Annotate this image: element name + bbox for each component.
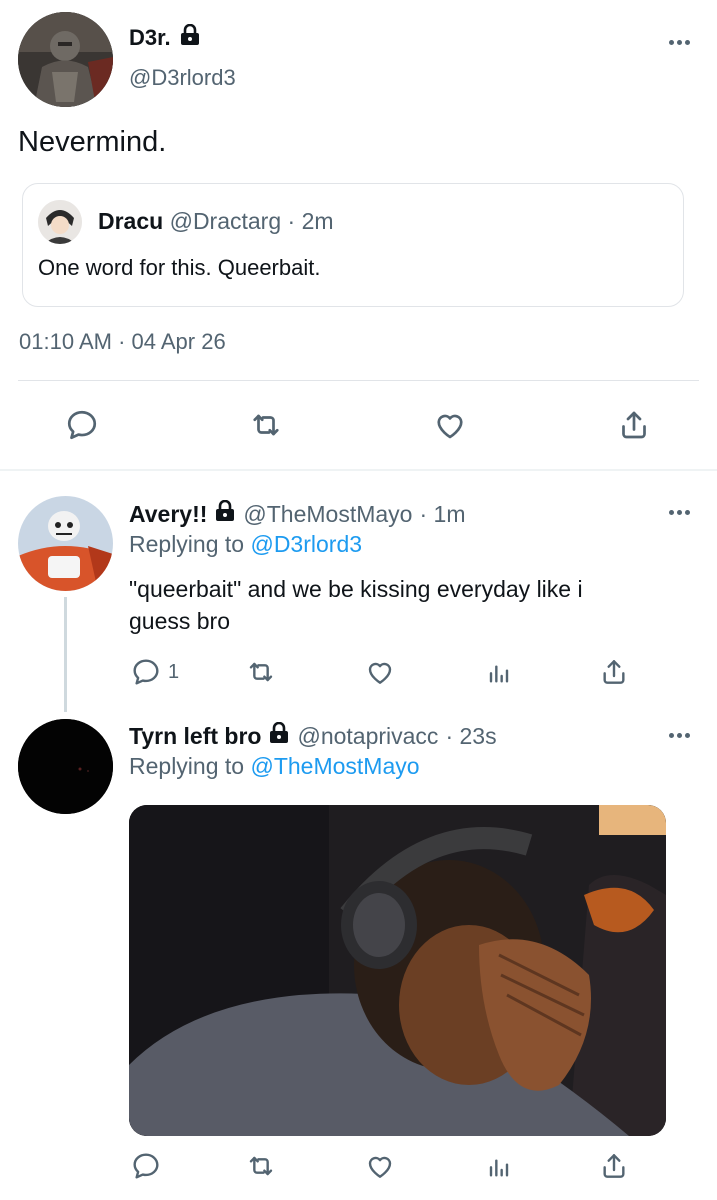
quoted-header: Dracu @Dractarg · 2m xyxy=(98,208,334,235)
tweet-text: Nevermind. xyxy=(18,126,167,158)
section-divider xyxy=(0,469,717,471)
retweet-icon xyxy=(249,662,273,682)
replying-to-prefix: Replying to xyxy=(129,531,251,557)
replying-to-line: Replying to @D3rlord3 xyxy=(129,531,362,558)
analytics-icon xyxy=(489,1159,509,1177)
reply-icon xyxy=(67,410,97,440)
share-icon xyxy=(622,411,646,439)
reply-header: Avery!! @TheMostMayo · 1m xyxy=(129,499,466,528)
reply-time: · 1m xyxy=(419,500,466,527)
like-icon xyxy=(368,1156,392,1178)
quoted-text: One word for this. Queerbait. xyxy=(38,255,321,280)
replying-to-link[interactable]: @D3rlord3 xyxy=(250,531,362,557)
share-button[interactable] xyxy=(616,407,652,443)
reply-count: 1 xyxy=(168,660,180,683)
lock-icon xyxy=(268,721,290,750)
replying-to-link[interactable]: @TheMostMayo xyxy=(250,753,419,779)
analytics-icon xyxy=(489,665,509,683)
quoted-handle: @Dractarg xyxy=(169,208,282,234)
author-name-row: D3r. xyxy=(129,23,201,52)
reply-handle[interactable]: @TheMostMayo xyxy=(243,501,412,528)
divider xyxy=(18,380,699,381)
reply-text-line: "queerbait" and we be kissing everyday l… xyxy=(129,576,583,602)
reply-text-line: guess bro xyxy=(129,608,231,634)
reply-header: Tyrn left bro @notaprivacc · 23s xyxy=(129,721,497,750)
reply-display-name[interactable]: Tyrn left bro xyxy=(129,723,261,750)
reply-icon xyxy=(133,659,159,685)
author-handle[interactable]: @D3rlord3 xyxy=(129,65,236,91)
share-button[interactable] xyxy=(598,1150,630,1182)
replying-to-prefix: Replying to xyxy=(129,753,251,779)
quoted-time: · 2m xyxy=(287,208,334,234)
replying-to-line: Replying to @TheMostMayo xyxy=(129,753,420,780)
reply-display-name[interactable]: Avery!! xyxy=(129,501,207,528)
retweet-icon xyxy=(249,1156,273,1176)
reply-avatar[interactable] xyxy=(18,496,113,591)
more-options-icon[interactable] xyxy=(669,510,690,515)
analytics-button[interactable] xyxy=(483,1150,515,1182)
more-options-icon[interactable] xyxy=(669,40,690,45)
retweet-button[interactable] xyxy=(245,1150,277,1182)
reply-time: · 23s xyxy=(445,722,497,749)
reply-button[interactable] xyxy=(130,1150,162,1182)
reply-icon xyxy=(133,1153,159,1179)
reply-text: "queerbait" and we be kissing everyday l… xyxy=(129,573,583,637)
knight-avatar[interactable] xyxy=(18,12,113,107)
lock-icon xyxy=(214,499,236,528)
like-button[interactable] xyxy=(364,656,396,688)
retweet-button[interactable] xyxy=(248,407,284,443)
reply-avatar[interactable] xyxy=(18,719,113,814)
quoted-tweet[interactable]: Dracu @Dractarg · 2m One word for this. … xyxy=(22,183,684,307)
like-icon xyxy=(368,662,392,684)
author-display-name[interactable]: D3r. xyxy=(129,25,171,51)
like-button[interactable] xyxy=(432,407,468,443)
facepalm-photo[interactable] xyxy=(129,805,666,1136)
retweet-button[interactable] xyxy=(245,656,277,688)
like-icon xyxy=(437,414,463,439)
lock-icon xyxy=(179,23,201,52)
reply-button[interactable] xyxy=(64,407,100,443)
reply-handle[interactable]: @notaprivacc xyxy=(297,723,438,750)
thread-line xyxy=(64,597,67,712)
analytics-button[interactable] xyxy=(483,656,515,688)
share-button[interactable] xyxy=(598,656,630,688)
more-options-icon[interactable] xyxy=(669,733,690,738)
quoted-avatar xyxy=(38,200,82,244)
retweet-icon xyxy=(253,414,279,436)
share-icon xyxy=(603,660,625,684)
share-icon xyxy=(603,1154,625,1178)
quoted-display-name: Dracu xyxy=(98,208,164,234)
tweet-timestamp[interactable]: 01:10 AM · 04 Apr 26 xyxy=(19,329,226,355)
like-button[interactable] xyxy=(364,1150,396,1182)
reply-button[interactable]: 1 xyxy=(130,656,179,688)
